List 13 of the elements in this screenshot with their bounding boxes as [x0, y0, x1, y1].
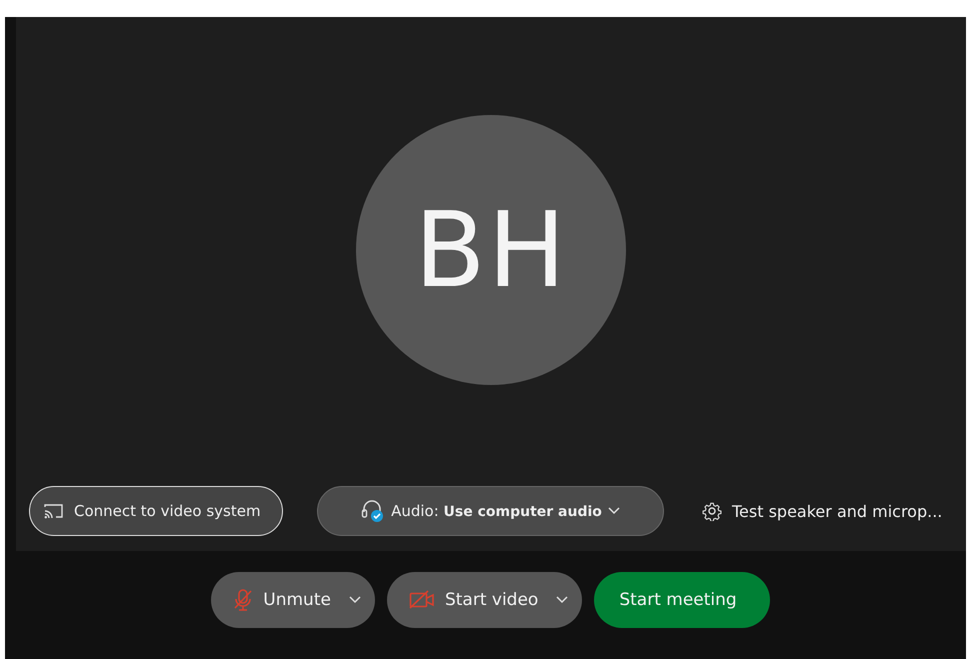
start-video-button[interactable]: Start video — [386, 572, 582, 628]
connect-video-system-button[interactable]: Connect to video system — [29, 486, 283, 536]
start-meeting-button[interactable]: Start meeting — [594, 572, 770, 628]
cast-icon — [44, 503, 64, 519]
avatar: BH — [356, 115, 626, 385]
unmute-button[interactable]: Unmute — [211, 572, 375, 628]
test-speaker-link[interactable]: Test speaker and microp... — [702, 501, 942, 521]
settings-icon — [702, 501, 722, 521]
caret-icon[interactable] — [348, 596, 361, 604]
caret-icon[interactable] — [556, 596, 568, 604]
audio-button[interactable]: Audio: Use computer audio — [317, 486, 664, 536]
headset-icon — [361, 499, 386, 523]
caret-icon[interactable] — [608, 507, 620, 515]
